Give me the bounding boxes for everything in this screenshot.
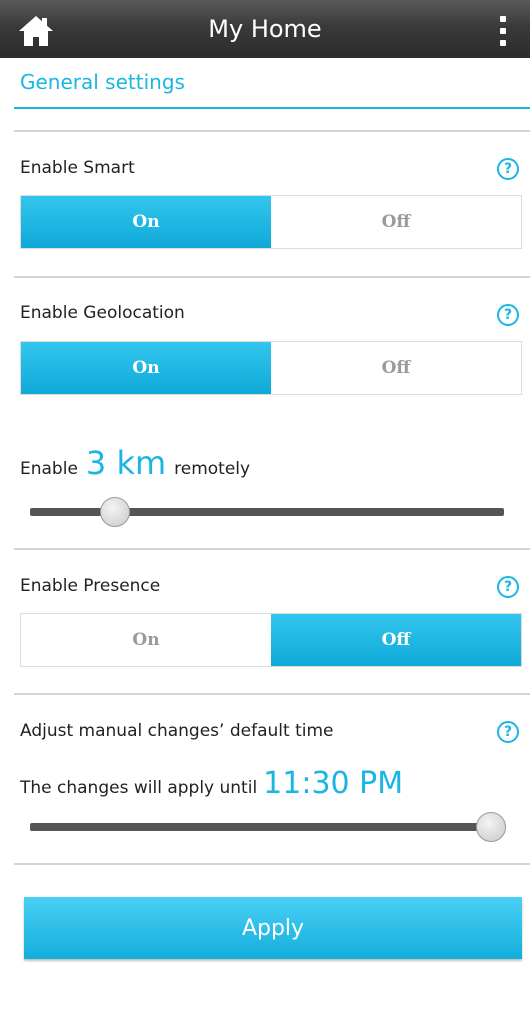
apply-until-time: 11:30 PM xyxy=(263,766,404,801)
time-slider-thumb[interactable] xyxy=(476,812,506,842)
smart-off-option[interactable]: Off xyxy=(271,196,521,248)
help-icon[interactable]: ? xyxy=(497,721,519,743)
distance-value: 3 km xyxy=(85,444,167,482)
smart-toggle: On Off xyxy=(20,195,522,249)
smart-on-option[interactable]: On xyxy=(21,196,271,248)
geolocation-on-option[interactable]: On xyxy=(21,342,271,394)
help-icon[interactable]: ? xyxy=(497,576,519,598)
app-header: My Home xyxy=(0,0,530,58)
section-title: General settings xyxy=(20,70,185,94)
apply-button[interactable]: Apply xyxy=(24,897,522,959)
more-vertical-icon xyxy=(500,16,506,22)
help-icon[interactable]: ? xyxy=(497,158,519,180)
divider xyxy=(14,130,530,132)
enable-presence-label: Enable Presence xyxy=(20,576,161,596)
divider xyxy=(14,693,530,695)
distance-suffix: remotely xyxy=(174,459,251,479)
overflow-menu-button[interactable] xyxy=(482,6,524,56)
app-title: My Home xyxy=(208,15,322,43)
enable-smart-label: Enable Smart xyxy=(20,158,135,178)
presence-off-option[interactable]: Off xyxy=(271,614,521,666)
time-slider-track[interactable] xyxy=(30,823,504,831)
divider xyxy=(14,863,530,865)
distance-row: Enable 3 km remotely xyxy=(20,444,250,482)
manual-changes-label: Adjust manual changes’ default time xyxy=(20,721,334,741)
help-icon[interactable]: ? xyxy=(497,304,519,326)
distance-slider-thumb[interactable] xyxy=(99,497,130,527)
enable-geolocation-label: Enable Geolocation xyxy=(20,303,185,323)
distance-prefix: Enable xyxy=(20,459,78,479)
presence-on-option[interactable]: On xyxy=(21,614,271,666)
divider xyxy=(14,276,530,278)
apply-until-row: The changes will apply until 11:30 PM xyxy=(20,766,403,801)
divider xyxy=(14,548,530,550)
geolocation-toggle: On Off xyxy=(20,341,522,395)
geolocation-off-option[interactable]: Off xyxy=(271,342,521,394)
section-divider xyxy=(14,107,530,109)
presence-toggle: On Off xyxy=(20,613,522,667)
apply-until-text: The changes will apply until xyxy=(20,778,258,798)
